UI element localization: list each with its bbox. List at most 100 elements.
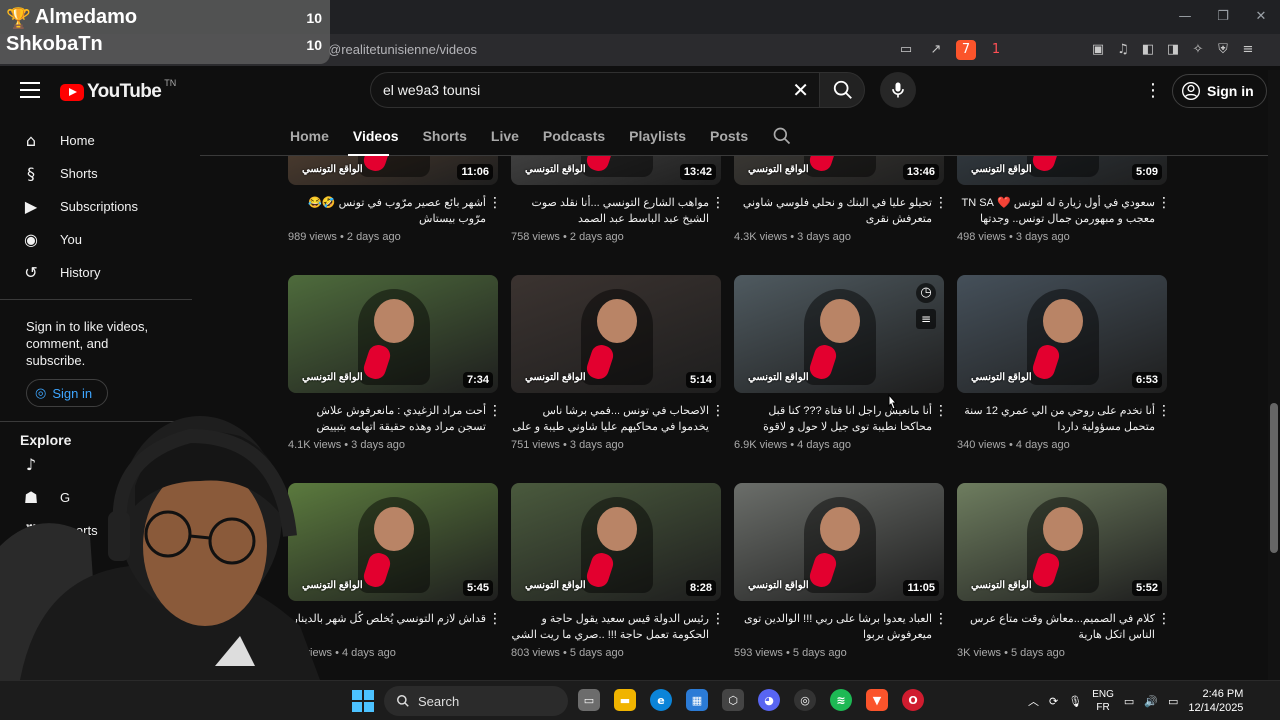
video-card[interactable]: الواقع التونسي 8:28 رئيس الدولة قيس سعيد ي… [511,483,725,659]
search-query[interactable]: el we9a3 tounsi [383,82,480,98]
video-title[interactable]: رئيس الدولة قيس سعيد يقول حاجة و الحكومة… [511,611,709,643]
chevron-up-icon[interactable]: ︿ [1028,693,1039,709]
sidebar-item-you[interactable]: ◉ You [0,223,192,256]
settings-more-icon[interactable]: ⋮ [1144,80,1162,101]
clear-search-icon[interactable]: ✕ [792,78,809,102]
add-to-queue-icon[interactable]: ≡ [916,309,936,329]
video-menu-icon[interactable]: ⋮ [934,195,948,211]
video-card[interactable]: الواقع التونسي ◷ ≡ أنا مانعيش راجل انا فتاة… [734,275,948,451]
video-title[interactable]: سعودي في أول زيارة له لتونس ❤️ TN SA معج… [957,195,1156,227]
sidebar-item-history[interactable]: ↺ History [0,256,192,289]
video-thumbnail[interactable]: الواقع التونسي 5:52 [957,483,1167,601]
brave-shields-icon[interactable]: 7 [956,40,976,60]
sidebar-item-home[interactable]: ⌂ Home [0,124,192,157]
clock[interactable]: 2:46 PM 12/14/2025 [1188,687,1243,715]
search-button[interactable] [819,72,865,108]
obs-icon[interactable]: ◎ [794,689,816,711]
video-menu-icon[interactable]: ⋮ [711,403,725,419]
video-card[interactable]: الواقع التونسي 5:14 الاصحاب في تونس ...فمي… [511,275,725,451]
video-thumbnail[interactable]: الواقع التونسي 13:46 [734,156,944,185]
video-card[interactable]: الواقع التونسي 11:06 أشهر بائع عصير مرّوب … [288,156,502,243]
video-title[interactable]: مواهب الشارع التونسي ...أنا نقلد صوت الش… [511,195,709,227]
edge-icon[interactable]: e [650,689,672,711]
sidebar-item-shorts[interactable]: § Shorts [0,157,192,190]
language-indicator[interactable]: ENG FR [1092,688,1114,714]
windows-start-icon[interactable] [352,690,374,712]
tab-posts[interactable]: Posts [710,128,748,144]
sign-in-button[interactable]: Sign in [1172,74,1267,108]
video-thumbnail[interactable]: الواقع التونسي 11:06 [288,156,498,185]
close-window-icon[interactable]: ✕ [1242,0,1280,34]
menu-hamburger-icon[interactable] [20,82,40,103]
leo-ai-icon[interactable]: ✧ [1188,40,1208,60]
video-menu-icon[interactable]: ⋮ [1157,403,1171,419]
file-explorer-icon[interactable]: ▭ [578,689,600,711]
minimize-icon[interactable]: — [1166,0,1204,34]
video-card[interactable]: الواقع التونسي 13:42 مواهب الشارع التونسي … [511,156,725,243]
video-thumbnail[interactable]: الواقع التونسي ◷ ≡ [734,275,944,393]
video-menu-icon[interactable]: ⋮ [934,611,948,627]
sync-icon[interactable]: ⟳ [1049,695,1058,708]
menu-icon[interactable]: ≡ [1238,40,1258,60]
video-thumbnail[interactable]: الواقع التونسي 7:34 [288,275,498,393]
taskbar-search[interactable]: Search [384,686,568,716]
video-menu-icon[interactable]: ⋮ [1157,195,1171,211]
video-card[interactable]: الواقع التونسي 13:46 تحيلو عليا في البنك و… [734,156,948,243]
opera-icon[interactable]: O [902,689,924,711]
youtube-logo[interactable]: YouTube TN [60,78,176,103]
battery-icon[interactable]: ▭ [1168,695,1178,708]
video-menu-icon[interactable]: ⋮ [711,611,725,627]
restore-icon[interactable]: ❐ [1204,0,1242,34]
search-input[interactable]: el we9a3 tounsi ✕ [370,72,820,108]
video-title[interactable]: أنا نخدم على روحي من الي عمري 12 سنة متح… [957,403,1155,435]
video-title[interactable]: الاصحاب في تونس ...فمي برشا ناس يخدموا ف… [511,403,709,435]
video-menu-icon[interactable]: ⋮ [488,403,502,419]
video-title[interactable]: كلام في الصميم...معاش وقت متاع عرس الناس… [957,611,1155,643]
video-thumbnail[interactable]: الواقع التونسي 6:53 [957,275,1167,393]
video-card[interactable]: الواقع التونسي 5:52 كلام في الصميم...معاش … [957,483,1171,659]
tab-videos[interactable]: Videos [353,128,399,144]
video-title[interactable]: أنا مانعيش راجل انا فتاة ??? كنا قبل محا… [734,403,932,435]
vpn-icon[interactable]: ⛨ [1213,40,1233,60]
tab-live[interactable]: Live [491,128,519,144]
tab-playlists[interactable]: Playlists [629,128,686,144]
page-scrollbar[interactable] [1268,70,1280,680]
reader-mode-icon[interactable]: ▣ [1088,40,1108,60]
video-menu-icon[interactable]: ⋮ [488,195,502,211]
voice-search-button[interactable] [880,72,916,108]
spotify-icon[interactable]: ≋ [830,689,852,711]
share-icon[interactable]: ↗ [926,40,946,60]
app-icon[interactable]: ⬡ [722,689,744,711]
video-title[interactable]: العباد يعدوا برشا على ربي !!! الوالدين ت… [734,611,932,643]
network-icon[interactable]: ▭ [1124,695,1134,708]
channel-search-icon[interactable] [772,126,792,146]
files-folder-icon[interactable]: ▬ [614,689,636,711]
sidebar-toggle-icon[interactable]: ◧ [1138,40,1158,60]
video-menu-icon[interactable]: ⋮ [934,403,948,419]
brave-rewards-icon[interactable]: 1 [986,40,1006,60]
tab-podcasts[interactable]: Podcasts [543,128,605,144]
video-card[interactable]: الواقع التونسي 5:09 سعودي في أول زيارة له … [957,156,1171,243]
video-title[interactable]: أشهر بائع عصير مرّوب في تونس 🤣😂 مرّوب بي… [288,195,486,227]
video-thumbnail[interactable]: الواقع التونسي 5:14 [511,275,721,393]
video-card[interactable]: الواقع التونسي 6:53 أنا نخدم على روحي من ا… [957,275,1171,451]
sidebar-item-subscriptions[interactable]: ▶ Subscriptions [0,190,192,223]
url-text[interactable]: @realitetunisienne/videos [328,42,477,57]
video-menu-icon[interactable]: ⋮ [488,611,502,627]
video-thumbnail[interactable]: الواقع التونسي 8:28 [511,483,721,601]
video-menu-icon[interactable]: ⋮ [711,195,725,211]
scrollbar-thumb[interactable] [1270,403,1278,553]
video-card[interactable]: الواقع التونسي 11:05 العباد يعدوا برشا على… [734,483,948,659]
video-thumbnail[interactable]: الواقع التونسي 11:05 [734,483,944,601]
video-thumbnail[interactable]: الواقع التونسي 13:42 [511,156,721,185]
wallet-icon[interactable]: ◨ [1163,40,1183,60]
tab-shorts[interactable]: Shorts [423,128,467,144]
cast-icon[interactable]: ▭ [896,40,916,60]
video-thumbnail[interactable]: الواقع التونسي 5:09 [957,156,1167,185]
microphone-icon[interactable]: 🎙 [1068,695,1082,708]
video-menu-icon[interactable]: ⋮ [1157,611,1171,627]
brave-icon[interactable]: ▼ [866,689,888,711]
volume-icon[interactable]: 🔊 [1144,695,1158,708]
media-icon[interactable]: ♫ [1113,40,1133,60]
discord-icon[interactable]: ◕ [758,689,780,711]
